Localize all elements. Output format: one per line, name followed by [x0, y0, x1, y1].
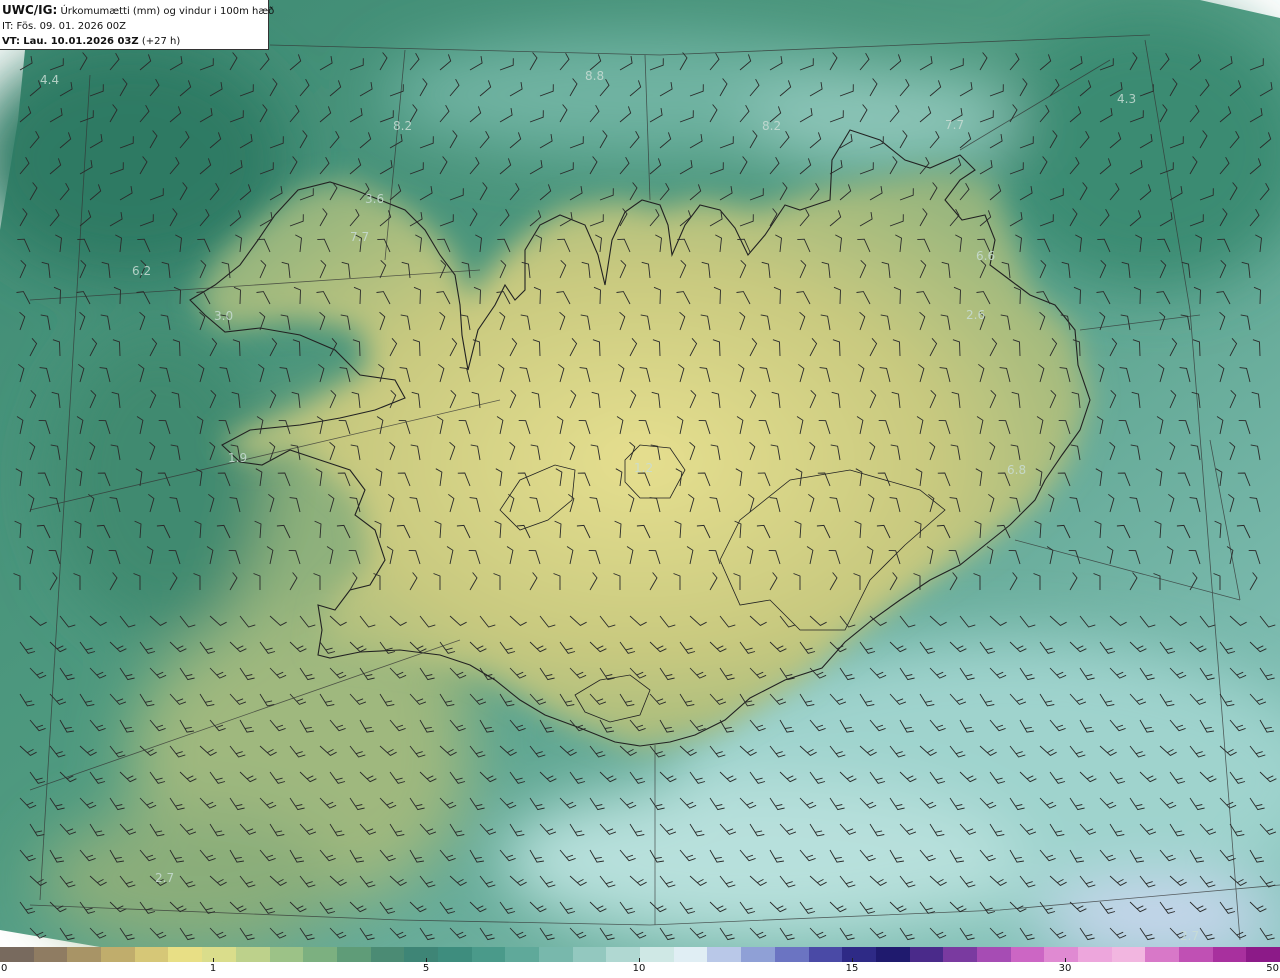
colorbar-segment [943, 947, 977, 962]
max-label: 1.2 [634, 461, 653, 475]
colorbar-segment [976, 947, 1011, 962]
colorbar-segment [336, 947, 371, 962]
colorbar-label: 0 [1, 963, 8, 974]
colorbar-segment [505, 947, 539, 962]
max-label: 8.8 [585, 69, 604, 83]
colorbar-segment [640, 947, 674, 962]
colorbar-segment [875, 947, 910, 962]
colorbar-segment [168, 947, 203, 962]
colorbar-segment [0, 947, 34, 962]
model-name: UWC/IG: [2, 3, 58, 17]
colorbar-tick [1065, 958, 1066, 962]
colorbar-segment [370, 947, 405, 962]
max-label: 7.7 [350, 230, 369, 244]
colorbar-tick [852, 958, 853, 962]
colorbar-segment [101, 947, 135, 962]
colorbar [0, 947, 1280, 962]
colorbar-segment [235, 947, 270, 962]
colorbar-label: 15 [845, 963, 859, 974]
colorbar-segment [134, 947, 169, 962]
max-label: 4.3 [1117, 92, 1136, 106]
max-label: 6.6 [976, 249, 995, 263]
colorbar-label: 30 [1058, 963, 1072, 974]
colorbar-segment [33, 947, 68, 962]
colorbar-tick [639, 958, 640, 962]
max-label: 4.4 [40, 73, 59, 87]
map-title: Úrkomumætti (mm) og vindur i 100m hæð [60, 6, 275, 17]
colorbar-segment [606, 947, 641, 962]
colorbar-segment [202, 947, 236, 962]
colorbar-label: 10 [632, 963, 646, 974]
colorbar-segment [67, 947, 102, 962]
max-label: 6.2 [132, 264, 151, 278]
max-label: 8.2 [762, 119, 781, 133]
colorbar-segment [673, 947, 708, 962]
lead-time: (+27 h) [141, 36, 181, 47]
precipitation-map: 4.4 8.8 8.2 8.2 7.7 4.3 3.6 7.7 6.2 3.0 … [0, 0, 1280, 947]
colorbar-segment [1212, 947, 1247, 962]
colorbar-segment [1078, 947, 1112, 962]
colorbar-segment [808, 947, 843, 962]
map-canvas: 4.4 8.8 8.2 8.2 7.7 4.3 3.6 7.7 6.2 3.0 … [0, 0, 1280, 947]
colorbar-segment [774, 947, 809, 962]
colorbar-segment [269, 947, 304, 962]
colorbar-segment [1010, 947, 1045, 962]
colorbar-label: 1 [209, 963, 217, 974]
colorbar-segment [303, 947, 337, 962]
max-label: 1.9 [228, 451, 247, 465]
max-label: 2.6 [966, 308, 985, 322]
max-label: 8.2 [393, 119, 412, 133]
max-label: 2.7 [1180, 929, 1199, 943]
colorbar-segment [842, 947, 876, 962]
colorbar-segment [707, 947, 742, 962]
valid-label: VT: [2, 36, 21, 47]
colorbar-segment [1246, 947, 1280, 962]
max-label: 3.6 [365, 192, 384, 206]
colorbar-segment [1044, 947, 1078, 962]
colorbar-segment [1111, 947, 1146, 962]
max-label: 7.7 [945, 118, 964, 132]
valid-time: Lau. 10.01.2026 03Z [23, 36, 139, 47]
colorbar-segment [471, 947, 506, 962]
colorbar-label: 5 [422, 963, 430, 974]
colorbar-label: 50 [1266, 963, 1279, 974]
colorbar-tick [213, 958, 214, 962]
init-time: Fös. 09. 01. 2026 00Z [16, 21, 126, 32]
max-label: 3.0 [214, 309, 233, 323]
colorbar-legend: 0 1 5 10 15 30 50 [0, 947, 1280, 978]
map-header: UWC/IG: Úrkomumætti (mm) og vindur i 100… [0, 0, 274, 50]
max-label: 6.8 [1007, 463, 1026, 477]
init-label: IT: [2, 21, 14, 32]
colorbar-segment [741, 947, 775, 962]
colorbar-segment [437, 947, 472, 962]
colorbar-segment [404, 947, 438, 962]
colorbar-segment [909, 947, 944, 962]
colorbar-tick [426, 958, 427, 962]
colorbar-segment [539, 947, 573, 962]
colorbar-segment [572, 947, 607, 962]
colorbar-segment [1145, 947, 1180, 962]
colorbar-segment [1179, 947, 1213, 962]
max-label: 2.7 [155, 871, 174, 885]
